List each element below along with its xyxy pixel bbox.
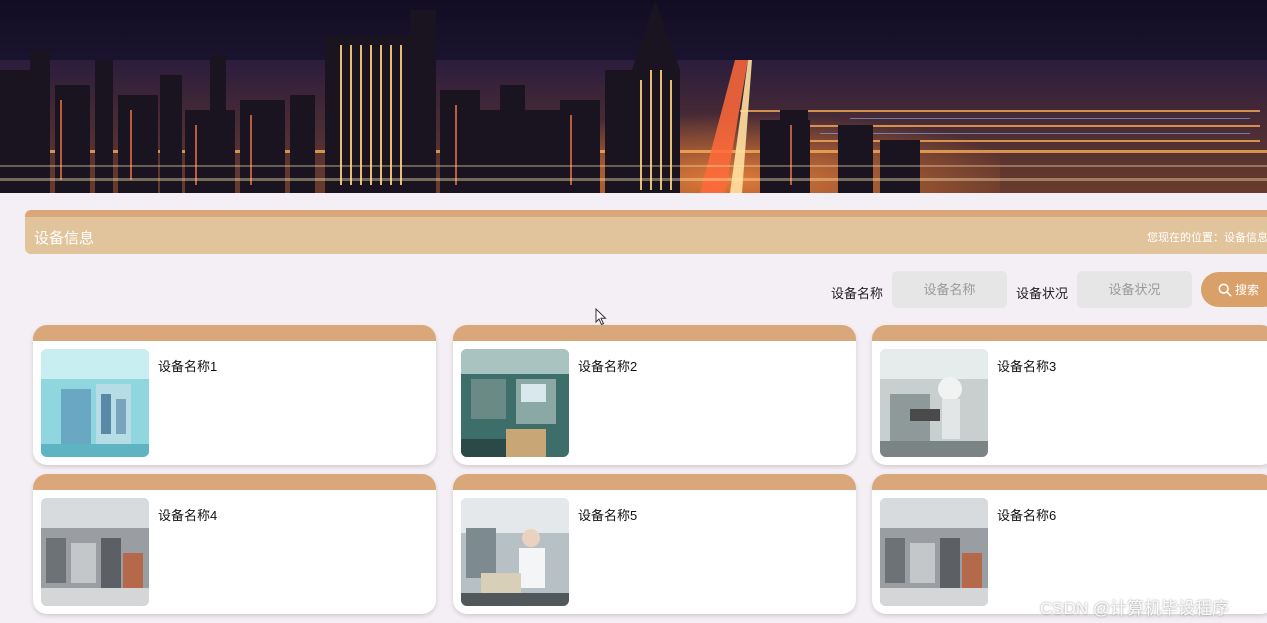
device-card[interactable]: 设备名称3 [872,325,1267,465]
factory-floor-photo[interactable] [41,498,149,606]
device-name[interactable]: 设备名称3 [997,356,1056,375]
csdn-watermark: CSDN @计算机毕设程序 [1040,599,1230,618]
cleanroom-equipment-photo[interactable] [41,349,149,457]
device-status-input[interactable] [1077,271,1192,308]
card-header-strip [453,474,856,490]
card-header-strip [33,474,436,490]
card-header-strip [872,325,1267,341]
lab-worker-photo[interactable] [461,498,569,606]
card-header-strip [453,325,856,341]
mouse-cursor-icon [595,308,607,326]
search-icon [1218,283,1232,296]
card-header-strip [33,325,436,341]
factory-floor-photo[interactable] [880,498,988,606]
device-name[interactable]: 设备名称2 [578,356,637,375]
robot-arm-photo[interactable] [880,349,988,457]
device-name[interactable]: 设备名称6 [997,505,1056,524]
device-card[interactable]: 设备名称6 [872,474,1267,614]
device-card[interactable]: 设备名称2 [453,325,856,465]
device-name[interactable]: 设备名称4 [158,505,217,524]
device-name-label: 设备名称 [831,286,884,301]
production-line-photo[interactable] [461,349,569,457]
breadcrumb: 您现在的位置：设备信息 [1147,232,1267,244]
device-status-label: 设备状况 [1016,286,1069,301]
device-card[interactable]: 设备名称1 [33,325,436,465]
page-title: 设备信息 [34,230,95,247]
device-name[interactable]: 设备名称5 [578,505,637,524]
card-header-strip [872,474,1267,490]
search-button-label: 搜索 [1235,283,1260,297]
night-city-skyline-image [0,0,1267,193]
search-button[interactable]: 搜索 [1201,272,1267,307]
page-title-bar: 设备信息 您现在的位置：设备信息 [25,210,1267,254]
device-card[interactable]: 设备名称5 [453,474,856,614]
device-name-input[interactable] [892,271,1007,308]
device-card[interactable]: 设备名称4 [33,474,436,614]
device-name[interactable]: 设备名称1 [158,356,217,375]
